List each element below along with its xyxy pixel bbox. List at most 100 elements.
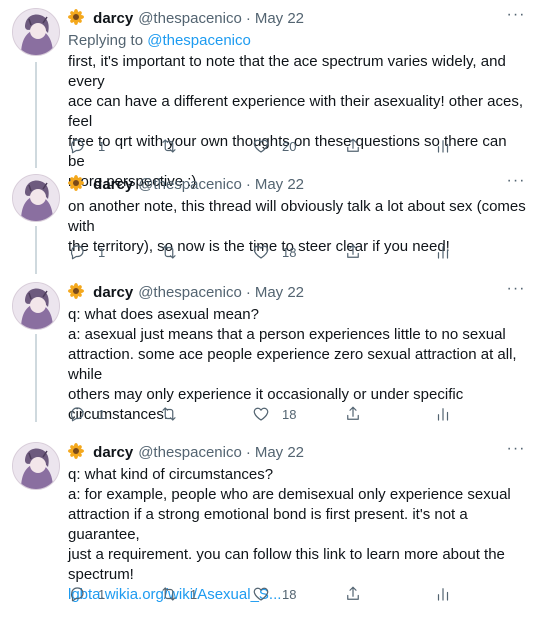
analytics-button[interactable] — [434, 242, 452, 262]
sunflower-icon — [68, 9, 84, 25]
retweet-button[interactable] — [160, 136, 190, 156]
separator: · — [245, 284, 251, 301]
share-button[interactable] — [344, 584, 362, 604]
analytics-icon — [437, 246, 449, 259]
reply-button[interactable]: 1 — [68, 242, 105, 262]
tweet-text-line: spectrum! — [68, 566, 134, 583]
replying-to-prefix: Replying to — [68, 32, 148, 49]
share-icon — [347, 244, 359, 258]
like-icon — [253, 587, 269, 601]
reply-count: 1 — [98, 406, 106, 422]
author-name[interactable]: darcy — [93, 176, 133, 193]
author-handle[interactable]: @thespacenico — [138, 176, 242, 193]
like-icon — [253, 139, 269, 153]
reply-button[interactable]: 1 — [68, 404, 105, 424]
share-button[interactable] — [344, 242, 362, 262]
tweet-actions: 1 18 — [68, 404, 468, 424]
tweet-text: first, it's important to note that the a… — [68, 52, 526, 192]
tweet-text-line: q: what kind of circumstances? — [68, 466, 274, 483]
tweet-text-line: q: what does asexual mean? — [68, 306, 259, 323]
retweet-button[interactable] — [160, 404, 190, 424]
reply-count: 1 — [98, 586, 106, 602]
tweet-text-line: attraction. some ace people experience z… — [68, 346, 517, 383]
like-button[interactable]: 18 — [252, 404, 296, 424]
reply-icon — [70, 407, 84, 422]
tweet-text-line: ace can have a different experience with… — [68, 93, 523, 130]
share-icon — [347, 406, 359, 420]
reply-button[interactable]: 1 — [68, 136, 105, 156]
thread-line — [35, 226, 37, 274]
share-button[interactable] — [344, 136, 362, 156]
sunflower-icon — [68, 175, 84, 191]
replying-to: Replying to @thespacenico — [68, 31, 526, 51]
author-handle[interactable]: @thespacenico — [138, 284, 242, 301]
separator: · — [245, 10, 251, 27]
retweet-icon — [162, 407, 176, 421]
tweet-text-line: just a requirement. you can follow this … — [68, 546, 505, 563]
like-count: 18 — [282, 586, 297, 602]
like-icon — [253, 407, 269, 421]
retweet-icon — [162, 587, 176, 601]
like-count: 20 — [282, 138, 297, 154]
thread: darcy @thespacenico · May 22 ··· Replying t… — [0, 0, 540, 622]
more-icon[interactable]: ··· — [506, 173, 526, 194]
retweet-button[interactable]: 1 — [160, 584, 197, 604]
share-icon — [347, 586, 359, 600]
like-icon — [253, 245, 269, 259]
reply-icon — [70, 139, 84, 154]
analytics-button[interactable] — [434, 404, 452, 424]
tweet-text-line: attraction if a strong emotional bond is… — [68, 506, 468, 543]
mention-link[interactable]: @thespacenico — [147, 32, 251, 49]
tweet-text-line: first, it's important to note that the a… — [68, 53, 506, 90]
thread-line — [35, 334, 37, 422]
tweet-text-line: others may only experience it occasional… — [68, 386, 464, 403]
like-count: 18 — [282, 244, 297, 260]
like-button[interactable]: 18 — [252, 584, 296, 604]
more-icon[interactable]: ··· — [506, 7, 526, 28]
tweet-text-line: on another note, this thread will obviou… — [68, 198, 526, 235]
tweet-actions: 1 1 18 — [68, 584, 468, 604]
separator: · — [245, 176, 251, 193]
reply-count: 1 — [98, 138, 106, 154]
like-button[interactable]: 20 — [252, 136, 296, 156]
author-name[interactable]: darcy — [93, 10, 133, 27]
analytics-button[interactable] — [434, 136, 452, 156]
share-button[interactable] — [344, 404, 362, 424]
analytics-button[interactable] — [434, 584, 452, 604]
avatar[interactable] — [12, 442, 60, 490]
more-icon[interactable]: ··· — [506, 441, 526, 462]
sunflower-icon — [68, 283, 84, 299]
tweet-date[interactable]: May 22 — [255, 444, 304, 461]
separator: · — [245, 444, 251, 461]
analytics-icon — [437, 140, 449, 153]
author-handle[interactable]: @thespacenico — [138, 444, 242, 461]
like-count: 18 — [282, 406, 297, 422]
avatar[interactable] — [12, 174, 60, 222]
avatar[interactable] — [12, 282, 60, 330]
like-button[interactable]: 18 — [252, 242, 296, 262]
reply-button[interactable]: 1 — [68, 584, 105, 604]
retweet-icon — [162, 139, 176, 153]
author-name[interactable]: darcy — [93, 284, 133, 301]
author-handle[interactable]: @thespacenico — [138, 10, 242, 27]
reply-count: 1 — [98, 244, 106, 260]
reply-icon — [70, 245, 84, 260]
tweet-text-line: a: asexual just means that a person expe… — [68, 326, 506, 343]
reply-icon — [70, 587, 84, 602]
share-icon — [347, 138, 359, 152]
more-icon[interactable]: ··· — [506, 281, 526, 302]
sunflower-icon — [68, 443, 84, 459]
retweet-button[interactable] — [160, 242, 190, 262]
tweet-date[interactable]: May 22 — [255, 284, 304, 301]
tweet-date[interactable]: May 22 — [255, 176, 304, 193]
author-name[interactable]: darcy — [93, 444, 133, 461]
avatar[interactable] — [12, 8, 60, 56]
thread-line — [35, 62, 37, 168]
tweet-date[interactable]: May 22 — [255, 10, 304, 27]
tweet-text-line: a: for example, people who are demisexua… — [68, 486, 511, 503]
retweet-count: 1 — [190, 586, 198, 602]
retweet-icon — [162, 245, 176, 259]
analytics-icon — [437, 588, 449, 601]
analytics-icon — [437, 408, 449, 421]
tweet-actions: 1 18 — [68, 242, 468, 262]
